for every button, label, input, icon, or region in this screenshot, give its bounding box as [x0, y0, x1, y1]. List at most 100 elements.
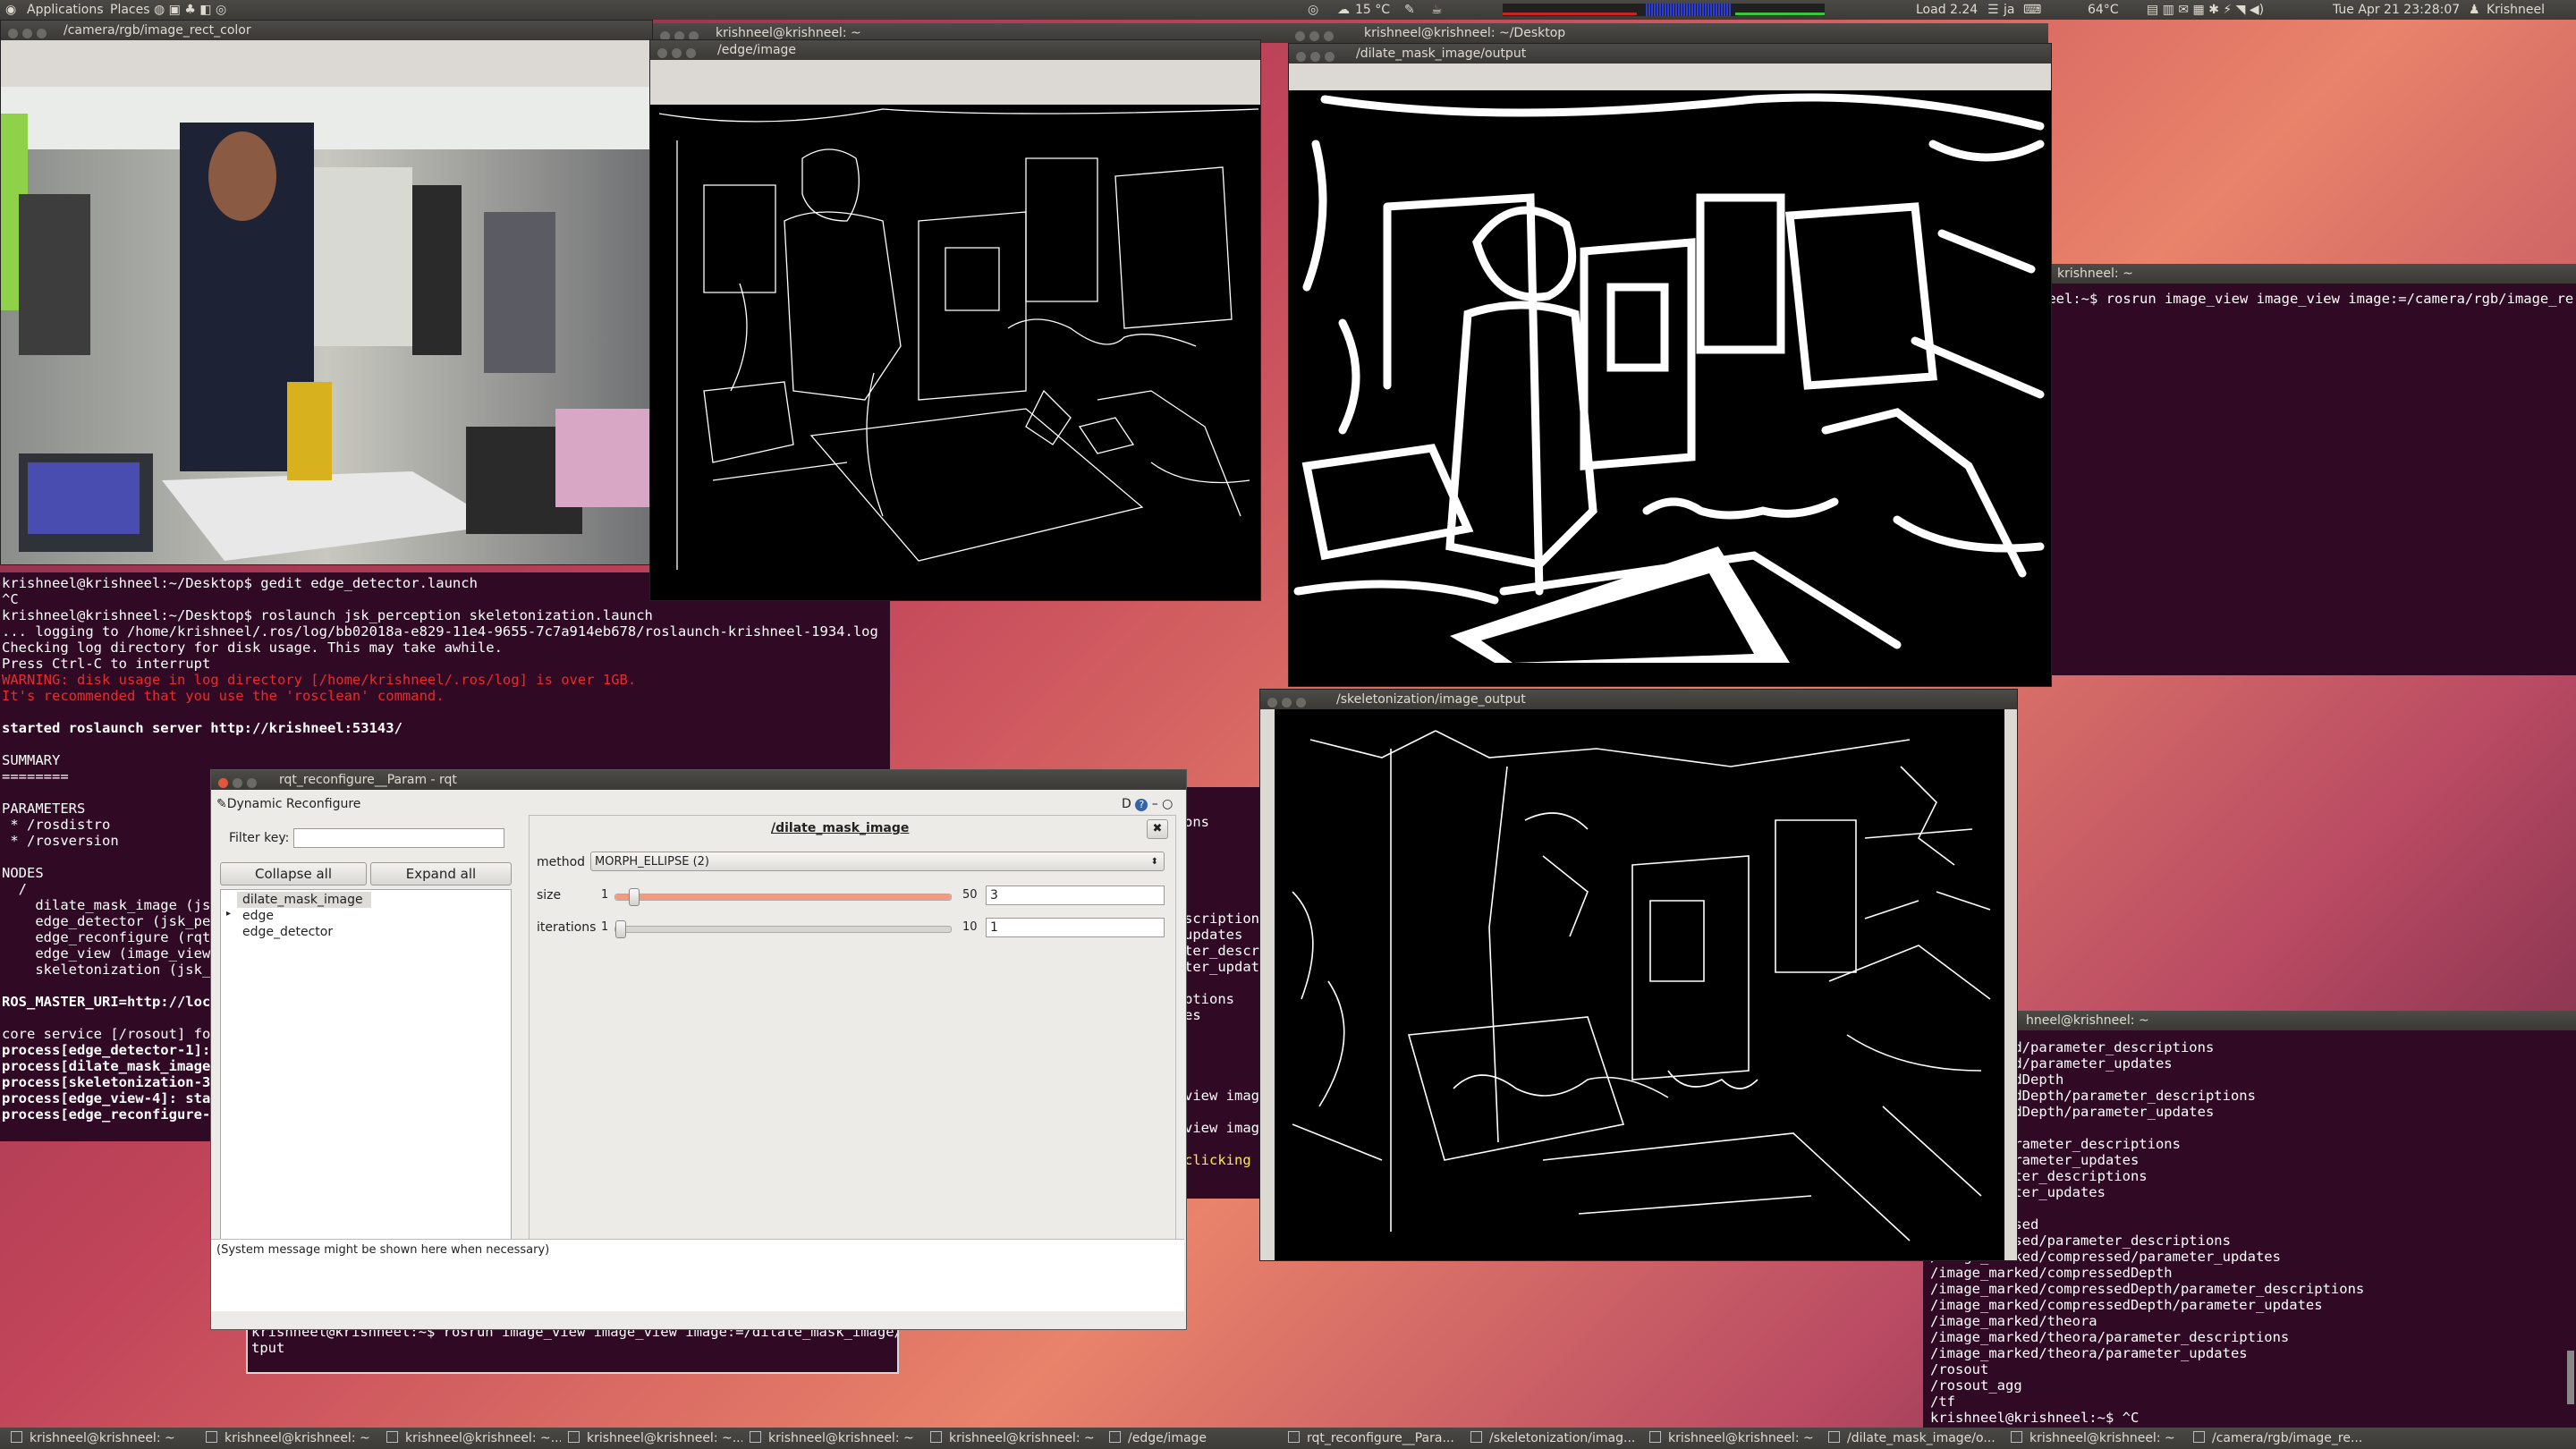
chrome-icon[interactable]: ◎ [1308, 3, 1318, 17]
user-menu[interactable]: Krishneel [2487, 3, 2545, 17]
edge-image [650, 105, 1260, 570]
tree-expand-icon[interactable]: ▸ [226, 909, 231, 919]
taskbar-item[interactable]: krishneel@krishneel: ~ [750, 1431, 924, 1447]
desktop-terminal-titlebar[interactable]: krishneel@krishneel: ~/Desktop [1288, 23, 2048, 43]
titlebar[interactable]: /edge/image [650, 40, 1260, 60]
titlebar[interactable]: krishneel: ~ [2039, 264, 2576, 284]
skeleton-image [1275, 713, 2004, 1260]
applications-menu[interactable]: Applications [27, 3, 104, 17]
tree-item-edge-detector[interactable]: edge_detector [242, 925, 333, 939]
close-icon[interactable] [218, 778, 228, 788]
slider-knob[interactable] [629, 888, 640, 906]
size-input[interactable]: 3 [986, 886, 1165, 905]
terminal-line: started roslaunch server http://krishnee… [2, 720, 402, 736]
cpu-temp-indicator[interactable]: 64°C [2088, 3, 2119, 17]
window-title: hneel@krishneel: ~ [2026, 1013, 2149, 1028]
titlebar[interactable]: rqt_reconfigure__Param - rqt [211, 770, 1186, 790]
titlebar[interactable]: /dilate_mask_image/output [1289, 44, 2051, 64]
dock-label[interactable]: D [1122, 797, 1131, 811]
system-load-graph[interactable] [1503, 4, 1825, 16]
maximize-icon[interactable] [247, 778, 257, 788]
terminal-line: SUMMARY [2, 752, 61, 768]
window-title: krishneel: ~ [2057, 267, 2133, 281]
camera-window[interactable]: /camera/rgb/image_rect_color [0, 20, 653, 565]
taskbar-item[interactable]: krishneel@krishneel: ~... [568, 1431, 742, 1447]
taskbar-item[interactable]: /camera/rgb/image_re... [2193, 1431, 2368, 1447]
taskbar-item[interactable]: /skeletonization/imag... [1470, 1431, 1645, 1447]
method-label: method [537, 855, 586, 869]
terminal-line: WARNING: disk usage in log directory [/h… [2, 672, 637, 688]
window-icon [1649, 1431, 1661, 1443]
terminal-line: ter_descr [1184, 943, 1259, 959]
keyboard-icon[interactable]: ⌨ [2023, 3, 2041, 17]
filter-input[interactable] [293, 828, 504, 848]
taskbar-item[interactable]: krishneel@krishneel: ~ [2011, 1431, 2185, 1447]
titlebar[interactable]: /skeletonization/image_output [1260, 690, 2017, 709]
help-icon[interactable]: ? [1135, 799, 1148, 811]
size-slider[interactable] [614, 888, 952, 906]
tray-icons[interactable]: ▤ ▥ ✉ ▦ ✱ ⚡ ◥ ◀) [2147, 3, 2264, 17]
expand-all-button[interactable]: Expand all [370, 862, 512, 886]
menu-icon[interactable]: ☰ [1987, 3, 1999, 17]
places-menu[interactable]: Places [110, 3, 150, 17]
load-indicator[interactable]: Load 2.24 [1916, 3, 1978, 17]
minimize-icon[interactable] [233, 778, 242, 788]
iterations-label: iterations [537, 920, 597, 935]
collapse-all-button[interactable]: Collapse all [220, 862, 367, 886]
ubuntu-logo-icon[interactable]: ◉ [5, 3, 16, 17]
dilate-image [1289, 90, 2051, 663]
clock[interactable]: Tue Apr 21 23:28:07 [2333, 3, 2460, 17]
close-plugin-icon[interactable]: ○ [1162, 797, 1173, 811]
terminal-line: /image_marked/compressedDepth/parameter_… [1930, 1281, 2365, 1297]
taskbar-item[interactable]: /edge/image [1109, 1431, 1284, 1447]
weather-icon[interactable]: ☁ [1337, 3, 1350, 17]
plugin-header-controls[interactable]: D ? – ○ [1122, 797, 1173, 811]
taskbar-item[interactable]: krishneel@krishneel: ~ [930, 1431, 1105, 1447]
skeleton-window[interactable]: /skeletonization/image_output [1259, 689, 2018, 1261]
scrollbar[interactable] [2567, 1351, 2574, 1404]
toolbar-area [1289, 64, 2051, 90]
taskbar-item[interactable]: /dilate_mask_image/o... [1828, 1431, 2003, 1447]
terminal-line: tput [251, 1340, 285, 1356]
taskbar-item[interactable]: rqt_reconfigure__Para... [1288, 1431, 1462, 1447]
tree-item-edge[interactable]: edge [242, 909, 274, 923]
taskbar-item[interactable]: krishneel@krishneel: ~... [386, 1431, 561, 1447]
iterations-slider[interactable] [614, 920, 952, 938]
taskbar-item-label: krishneel@krishneel: ~ [949, 1431, 1095, 1445]
terminal-line: view image [1184, 1120, 1268, 1136]
size-max: 50 [962, 888, 978, 902]
titlebar[interactable]: /camera/rgb/image_rect_color [1, 21, 652, 40]
taskbar-item-label: krishneel@krishneel: ~ [30, 1431, 175, 1445]
taskbar-item-label: krishneel@krishneel: ~... [587, 1431, 742, 1445]
method-select[interactable]: MORPH_ELLIPSE (2) ⬍ [590, 852, 1165, 871]
terminal-line: /rosout [1930, 1361, 1989, 1377]
window-title: /edge/image [717, 43, 797, 57]
temperature-indicator[interactable]: 15 °C [1355, 3, 1390, 17]
bottom-right-terminal[interactable]: hneel@krishneel: ~ /compressed/parameter… [1923, 1011, 2576, 1428]
window-controls[interactable] [218, 775, 261, 794]
taskbar-item-label: /dilate_mask_image/o... [1847, 1431, 1996, 1445]
slider-knob[interactable] [615, 920, 626, 938]
taskbar-item[interactable]: krishneel@krishneel: ~ [206, 1431, 380, 1447]
titlebar[interactable]: hneel@krishneel: ~ [1923, 1011, 2576, 1030]
taskbar-item-label: /camera/rgb/image_re... [2212, 1431, 2363, 1445]
size-min: 1 [601, 888, 609, 902]
dilate-window[interactable]: /dilate_mask_image/output [1288, 43, 2052, 687]
launcher-icons[interactable]: ◍ ▣ ♣ ◧ ◎ [154, 3, 226, 17]
iterations-input[interactable]: 1 [986, 918, 1165, 937]
taskbar-item[interactable]: krishneel@krishneel: ~ [1649, 1431, 1824, 1447]
coffee-icon[interactable]: ☕ [1431, 3, 1443, 17]
minimize-plugin-icon[interactable]: – [1152, 797, 1158, 811]
user-icon[interactable]: ♟ [2469, 3, 2480, 17]
taskbar-item[interactable]: krishneel@krishneel: ~ [11, 1431, 190, 1447]
language-indicator[interactable]: ja [2004, 3, 2014, 17]
edit-icon[interactable]: ✎ [1404, 3, 1415, 17]
tree-item-dilate-mask-image[interactable]: dilate_mask_image [242, 893, 363, 907]
edge-window[interactable]: /edge/image [649, 39, 1261, 601]
rqt-window[interactable]: rqt_reconfigure__Param - rqt ✎Dynamic Re… [210, 769, 1187, 1330]
close-group-icon[interactable]: ✖ [1147, 819, 1168, 839]
node-tree[interactable]: dilate_mask_image ▸ edge edge_detector [220, 889, 512, 1253]
right-top-terminal[interactable]: krishneel: ~ neel:~$ rosrun image_view i… [2039, 264, 2576, 675]
